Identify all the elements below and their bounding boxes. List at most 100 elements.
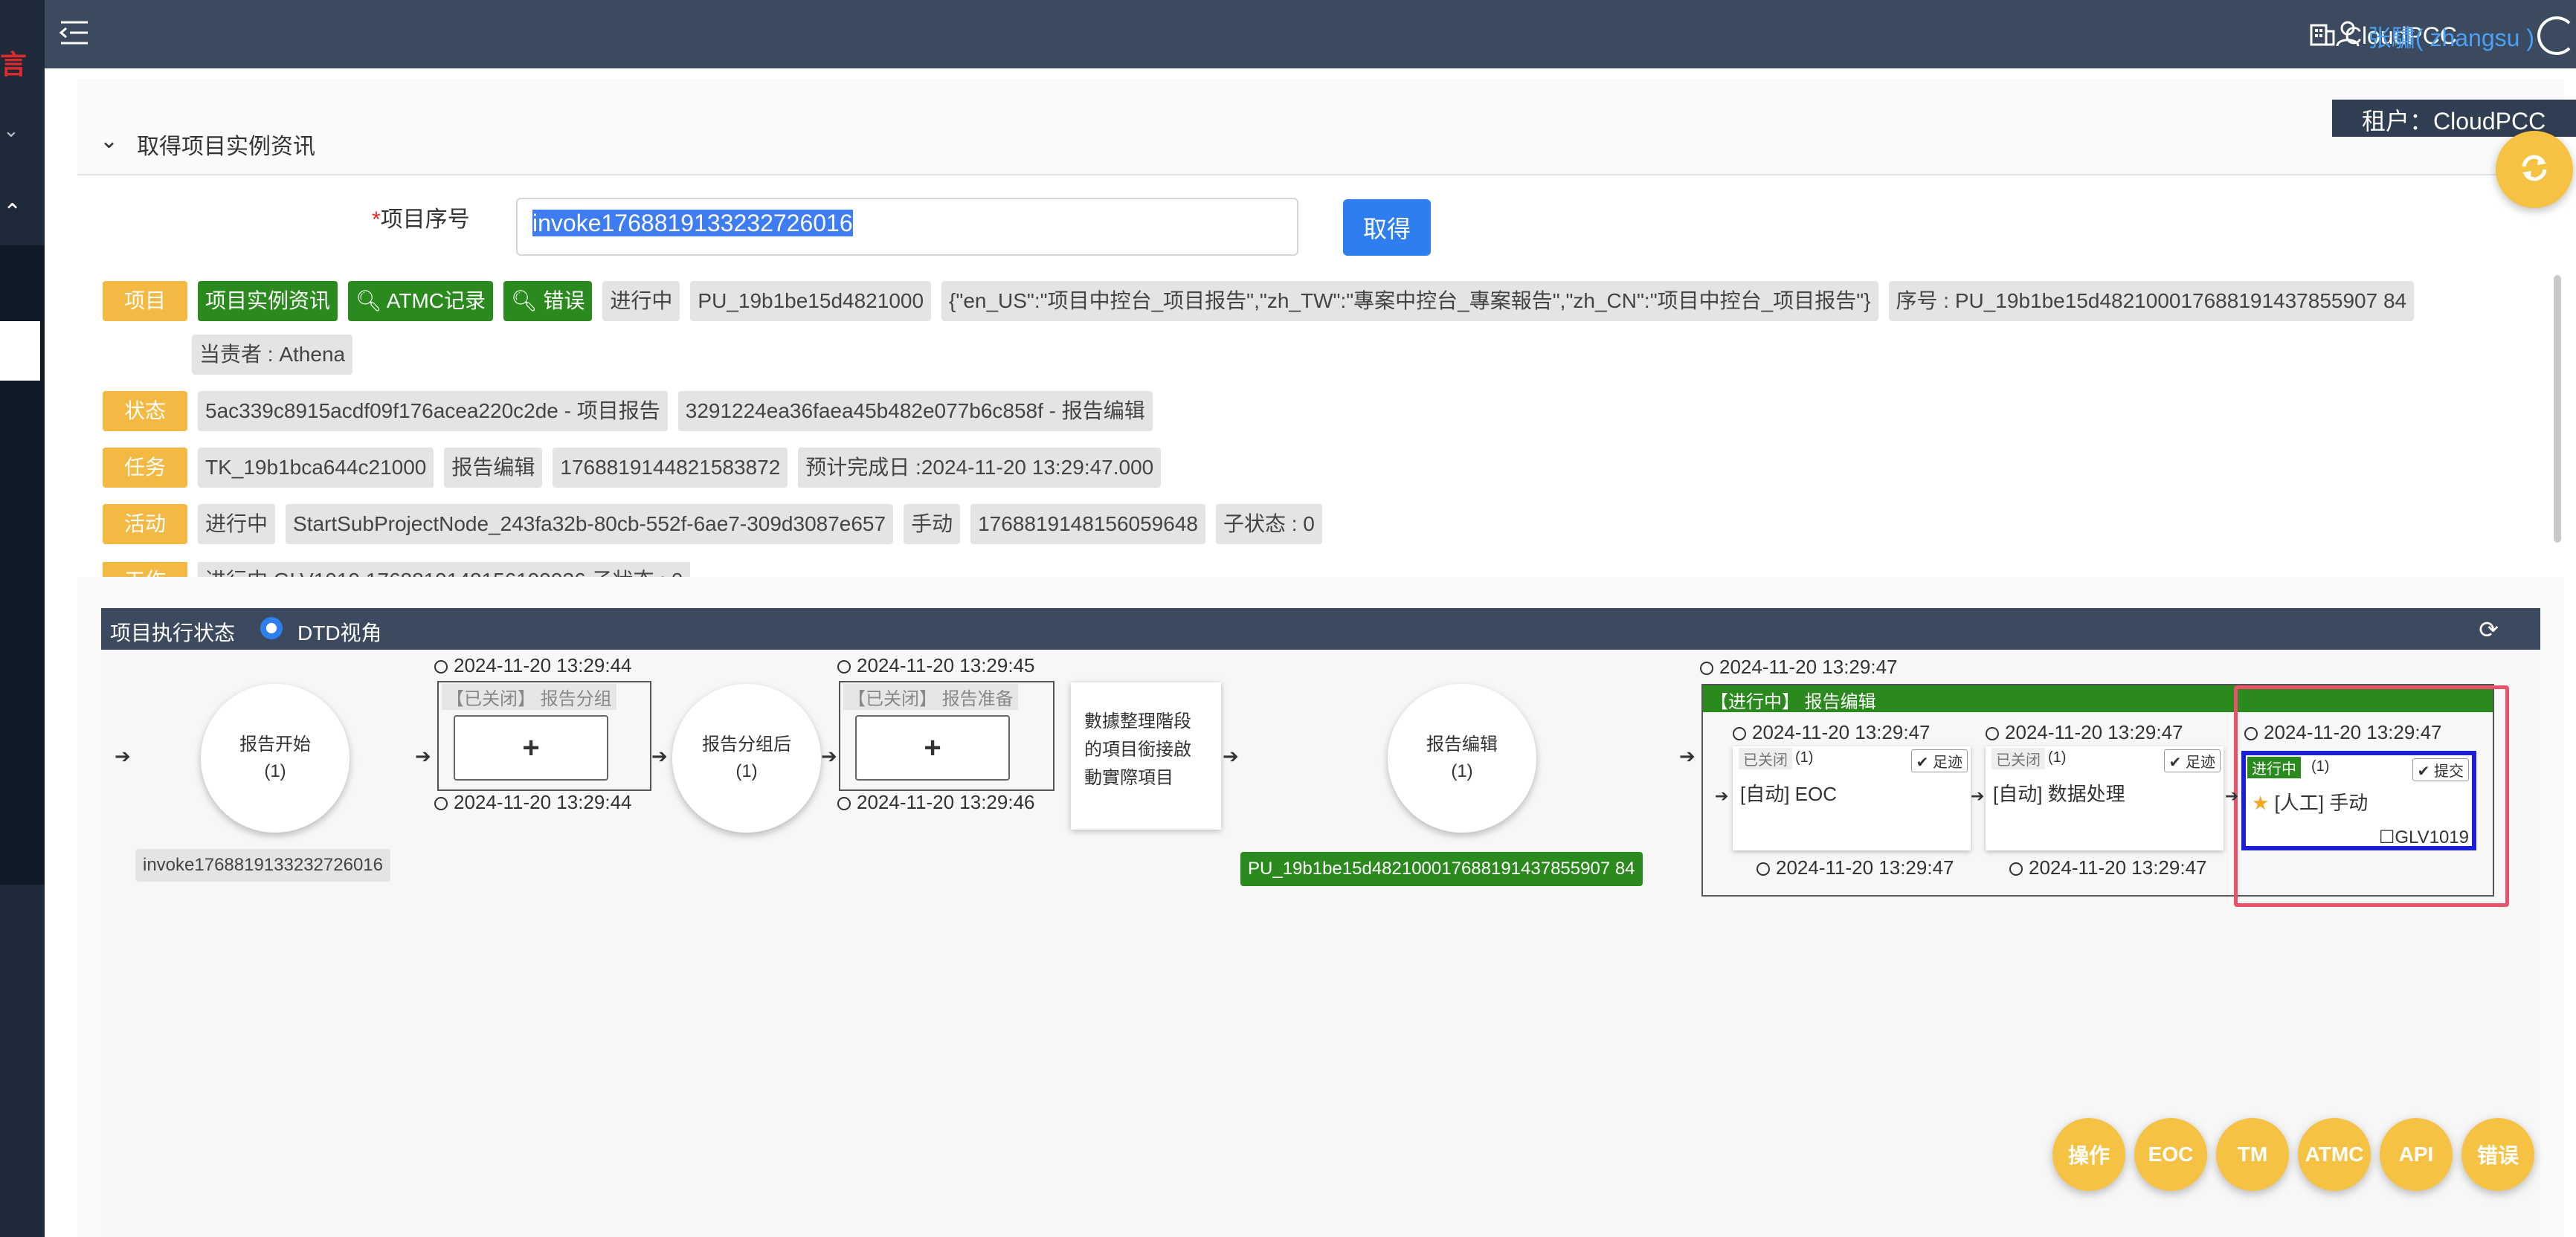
section-title: 取得项目实例资讯 (137, 135, 315, 159)
user-menu[interactable]: 张驌( zhangsu ) (2335, 19, 2534, 54)
arrow-icon: ➔ (651, 745, 668, 767)
start-node[interactable]: 报告开始 (1) (201, 684, 350, 833)
arrow-icon: ➔ (2225, 787, 2239, 805)
project-code: PU_19b1be15d4821000 (690, 281, 932, 321)
section-header[interactable]: ⌄ 取得项目实例资讯 (77, 109, 2564, 175)
invoke-id-tag: invoke1768819133232726016 (135, 849, 390, 882)
timestamp: 2024-11-20 13:29:47 (1986, 721, 2183, 744)
logout-icon[interactable] (2537, 16, 2576, 55)
subtask-card[interactable]: 已关闭 (1) ✔︎ 足迹 [自动] 数据处理 (1986, 746, 2224, 850)
collapse-chevron-icon[interactable]: ⌄ (100, 128, 118, 154)
state-row: 状态 5ac339c8915acdf09f176acea220c2de - 项目… (103, 391, 1153, 431)
star-icon: ★ (2252, 792, 2270, 814)
dtd-view-radio[interactable] (260, 617, 283, 639)
active-subtask-card[interactable]: 进行中 (1) ✔︎ 提交 ★ [人工] 手动 ☐GLV1019 (2241, 751, 2476, 850)
subtask-name: ★ [人工] 手动 (2252, 792, 2369, 814)
refresh-icon[interactable]: ⟳ (2479, 616, 2499, 644)
work-label: 工作 (103, 562, 187, 577)
timestamp: 2024-11-20 13:29:47 (1733, 721, 1931, 744)
user-name: 张驌( zhangsu ) (2367, 25, 2534, 51)
arrow-icon: ➔ (821, 745, 837, 767)
timestamp: 2024-11-20 13:29:47 (1756, 856, 1954, 879)
serial-input[interactable]: invoke1768819133232726016 (516, 198, 1298, 256)
scrollbar[interactable] (2554, 275, 2561, 543)
task-name: 报告编辑 (444, 448, 543, 488)
fab-atmc[interactable]: ATMC (2298, 1118, 2371, 1191)
fetch-button[interactable]: 取得 (1343, 199, 1431, 256)
checkbox-icon: ☐ (2378, 827, 2395, 847)
group-box-closed: 【已关闭】 报告分组 + (437, 681, 651, 791)
error-button[interactable]: 🔍︎ 错误 (503, 281, 593, 321)
user-icon (2335, 20, 2360, 53)
arrow-icon: ➔ (415, 745, 431, 767)
work-row-clipped: 工作 进行中 GLV1019 1768819148156199936 子状态 :… (103, 562, 2542, 577)
top-header: CloudPCC 张驌( zhangsu ) (45, 0, 2576, 68)
fab-tm[interactable]: TM (2216, 1118, 2289, 1191)
task-row: 任务 TK_19b1bca644c21000 报告编辑 176881914482… (103, 448, 1162, 488)
note-card: 數據整理階段的項目銜接啟動實際項目 (1071, 682, 1221, 830)
project-owner: 当责者 : Athena (192, 335, 353, 375)
after-group-node[interactable]: 报告分组后 (1) (672, 684, 821, 833)
state-item: 3291224ea36faea45b482e077b6c858f - 报告编辑 (677, 391, 1153, 431)
subtask-card[interactable]: 已关闭 (1) ✔︎ 足迹 [自动] EOC (1733, 746, 1971, 850)
arrow-icon: ➔ (1223, 745, 1239, 767)
refresh-button[interactable] (2496, 131, 2573, 208)
subtask-name: [自动] 数据处理 (1993, 783, 2125, 805)
subtask-status: 已关闭 (1991, 748, 2045, 769)
brand-logo-icon: 言 (0, 49, 28, 80)
group-box-closed: 【已关闭】 报告准备 + (839, 681, 1054, 791)
task-id: 1768819144821583872 (553, 448, 788, 488)
footprint-button[interactable]: ✔︎ 足迹 (2163, 749, 2221, 772)
project-owner-row: 当责者 : Athena (192, 335, 353, 375)
state-label: 状态 (103, 391, 187, 431)
timestamp: 2024-11-20 13:29:45 (837, 654, 1035, 677)
project-status: 进行中 (602, 281, 680, 321)
arrow-icon: ➔ (1971, 787, 1985, 805)
subtask-count: (1) (2311, 758, 2330, 775)
fab-api[interactable]: API (2380, 1118, 2453, 1191)
serial-input-value: invoke1768819133232726016 (532, 210, 853, 236)
project-code-tag: PU_19b1be15d482100017688191437855907 84 (1240, 852, 1643, 886)
subtask-status: 已关闭 (1739, 748, 1792, 769)
activity-mode: 手动 (904, 504, 961, 544)
refresh-icon (2517, 150, 2552, 190)
activity-status: 进行中 (198, 504, 276, 544)
instance-info-button[interactable]: 项目实例资讯 (198, 281, 338, 321)
footprint-button[interactable]: ✔︎ 足迹 (1910, 749, 1968, 772)
submit-button[interactable]: ✔︎ 提交 (2412, 758, 2469, 781)
menu-toggle-icon[interactable] (58, 16, 91, 49)
timestamp: 2024-11-20 13:29:46 (837, 791, 1035, 814)
building-icon (2309, 19, 2336, 52)
activity-id: 1768819148156059648 (970, 504, 1205, 544)
timestamp: 2024-11-20 13:29:47 (2244, 721, 2442, 744)
chevron-up-icon[interactable]: ⌃ (3, 199, 22, 225)
task-due: 预计完成日 :2024-11-20 13:29:47.000 (798, 448, 1162, 488)
timestamp: 2024-11-20 13:29:44 (434, 791, 632, 814)
search-icon: 🔍︎ (511, 289, 544, 312)
arrow-icon: ➔ (115, 745, 131, 767)
left-sidebar: 言 ⌄ ⌃ (0, 0, 45, 1237)
dtd-view-label: DTD视角 (297, 621, 382, 645)
subtask-name: [自动] EOC (1740, 783, 1838, 805)
project-seq: 序号 : PU_19b1be15d48210001768819143785590… (1888, 281, 2415, 321)
status-bar-title: 项目执行状态 (110, 621, 236, 645)
timestamp: 2024-11-20 13:29:44 (434, 654, 632, 677)
project-row: 项目 项目实例资讯 🔍︎ ATMC记录 🔍︎ 错误 进行中 PU_19b1be1… (103, 281, 2415, 321)
sidebar-active-item[interactable] (0, 321, 40, 381)
chevron-down-icon[interactable]: ⌄ (3, 119, 19, 142)
timestamp: 2024-11-20 13:29:47 (2009, 856, 2207, 879)
activity-label: 活动 (103, 504, 187, 544)
task-code: TK_19b1bca644c21000 (198, 448, 434, 488)
fab-eoc[interactable]: EOC (2134, 1118, 2207, 1191)
activity-substate: 子状态 : 0 (1215, 504, 1322, 544)
fab-error[interactable]: 错误 (2461, 1118, 2534, 1191)
subtask-count: (1) (2048, 749, 2067, 766)
assignee: ☐GLV1019 (2378, 827, 2469, 847)
atmc-record-button[interactable]: 🔍︎ ATMC记录 (348, 281, 494, 321)
subtask-count: (1) (1795, 749, 1814, 766)
activity-node: StartSubProjectNode_243fa32b-80cb-552f-6… (286, 504, 894, 544)
fab-operate[interactable]: 操作 (2052, 1118, 2125, 1191)
expand-plus-button[interactable]: + (855, 715, 1010, 781)
expand-plus-button[interactable]: + (454, 715, 608, 781)
edit-node[interactable]: 报告编辑 (1) (1388, 684, 1536, 833)
